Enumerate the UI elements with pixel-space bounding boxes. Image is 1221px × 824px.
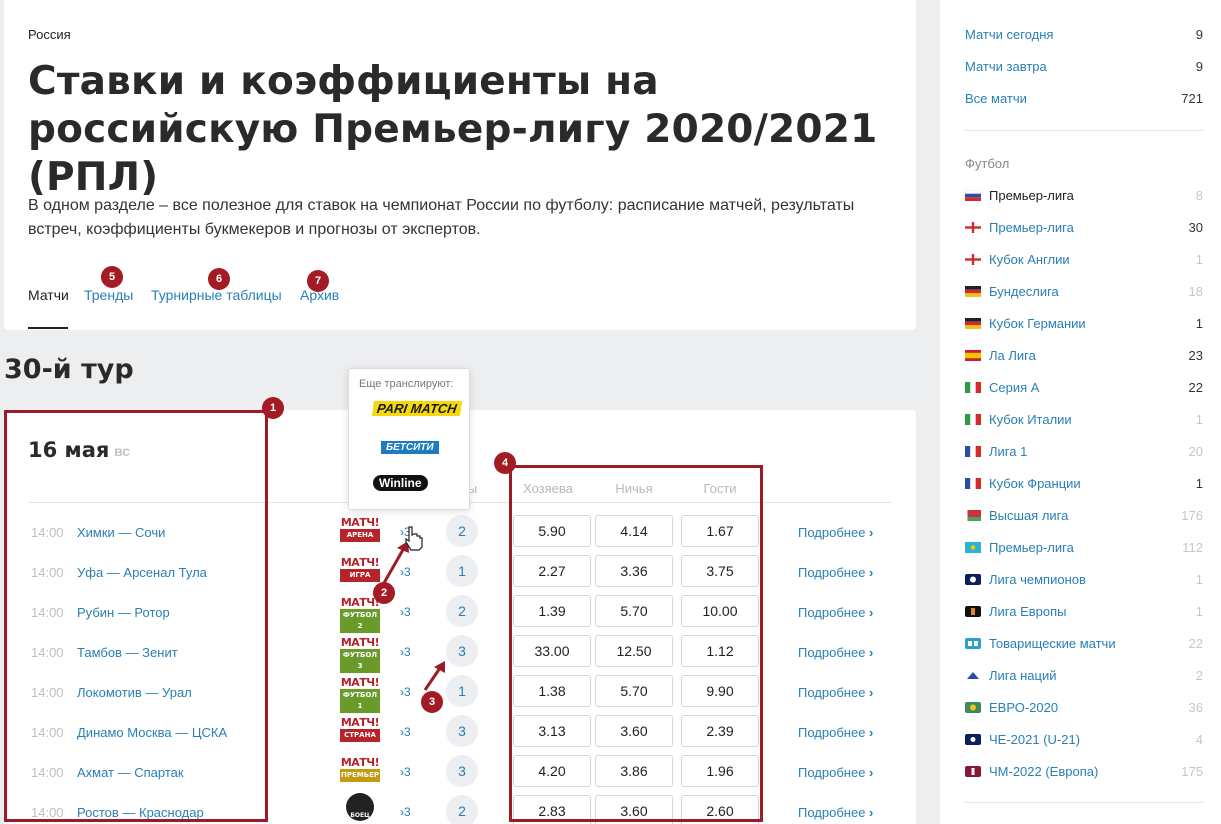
annotation-badge-7: 7 — [307, 270, 329, 292]
broadcasters-popup: Еще транслируют: PARI MATCH БЕТСИТИ Winl… — [348, 368, 470, 510]
betcity-logo[interactable]: БЕТСИТИ — [381, 441, 439, 454]
arrow-2 — [382, 547, 406, 584]
annotation-arrows — [382, 526, 445, 691]
arrow-3 — [423, 667, 442, 691]
hand-cursor-icon — [405, 526, 423, 551]
winline-logo[interactable]: Winline — [373, 475, 428, 491]
annotation-badge-6: 6 — [208, 268, 230, 290]
parimatch-logo[interactable]: PARI MATCH — [371, 401, 462, 416]
annotation-badge-1: 1 — [262, 397, 284, 419]
annotation-badge-4: 4 — [494, 452, 516, 474]
annotation-badge-5: 5 — [101, 266, 123, 288]
annotation-badge-3: 3 — [421, 691, 443, 713]
annotation-badge-2: 2 — [373, 582, 395, 604]
popup-heading: Еще транслируют: — [359, 378, 454, 390]
